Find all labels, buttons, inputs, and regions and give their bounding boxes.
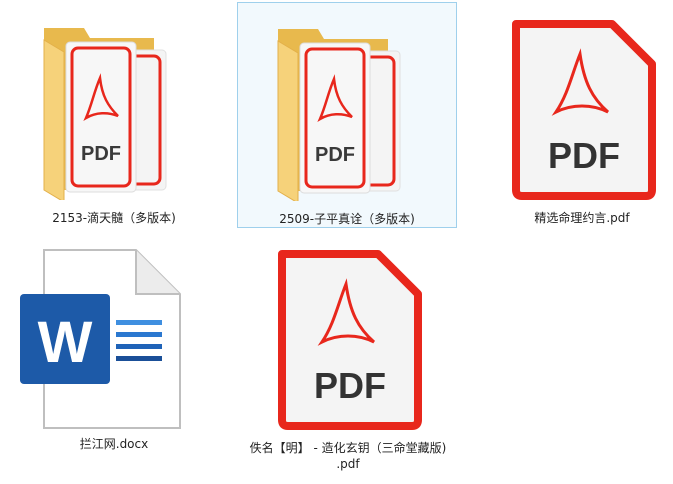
word-document-icon: W bbox=[4, 244, 224, 434]
folder-item-2509[interactable]: PDF 2509-子平真诠（多版本) bbox=[237, 2, 457, 228]
pdf-file-item[interactable]: PDF 精选命理约言.pdf bbox=[472, 2, 673, 228]
word-letter: W bbox=[38, 310, 93, 375]
pdf-file-icon: PDF bbox=[472, 8, 673, 208]
file-label-line2: .pdf bbox=[336, 457, 360, 471]
file-label: 拦江网.docx bbox=[79, 437, 149, 451]
pdf-text: PDF bbox=[548, 135, 620, 176]
file-label-line1: 佚名【明】 - 造化玄钥（三命堂藏版) bbox=[249, 441, 447, 455]
file-label: 2509-子平真诠（多版本) bbox=[279, 212, 415, 226]
folder-item-2153[interactable]: PDF 2153-滴天髓（多版本) bbox=[4, 2, 224, 228]
file-label: 2153-滴天髓（多版本) bbox=[52, 211, 176, 225]
pdf-text: PDF bbox=[81, 143, 121, 165]
pdf-folder-icon: PDF bbox=[4, 20, 224, 200]
file-label: 精选命理约言.pdf bbox=[534, 211, 630, 225]
pdf-folder-icon: PDF bbox=[238, 21, 456, 201]
pdf-text: PDF bbox=[314, 365, 386, 406]
file-label: 佚名【明】 - 造化玄钥（三命堂藏版) .pdf bbox=[238, 440, 458, 472]
pdf-file-icon: PDF bbox=[238, 238, 458, 438]
pdf-file-item[interactable]: PDF 佚名【明】 - 造化玄钥（三命堂藏版) .pdf bbox=[238, 240, 458, 472]
pdf-text: PDF bbox=[315, 144, 355, 166]
word-file-item[interactable]: W 拦江网.docx bbox=[4, 240, 224, 472]
